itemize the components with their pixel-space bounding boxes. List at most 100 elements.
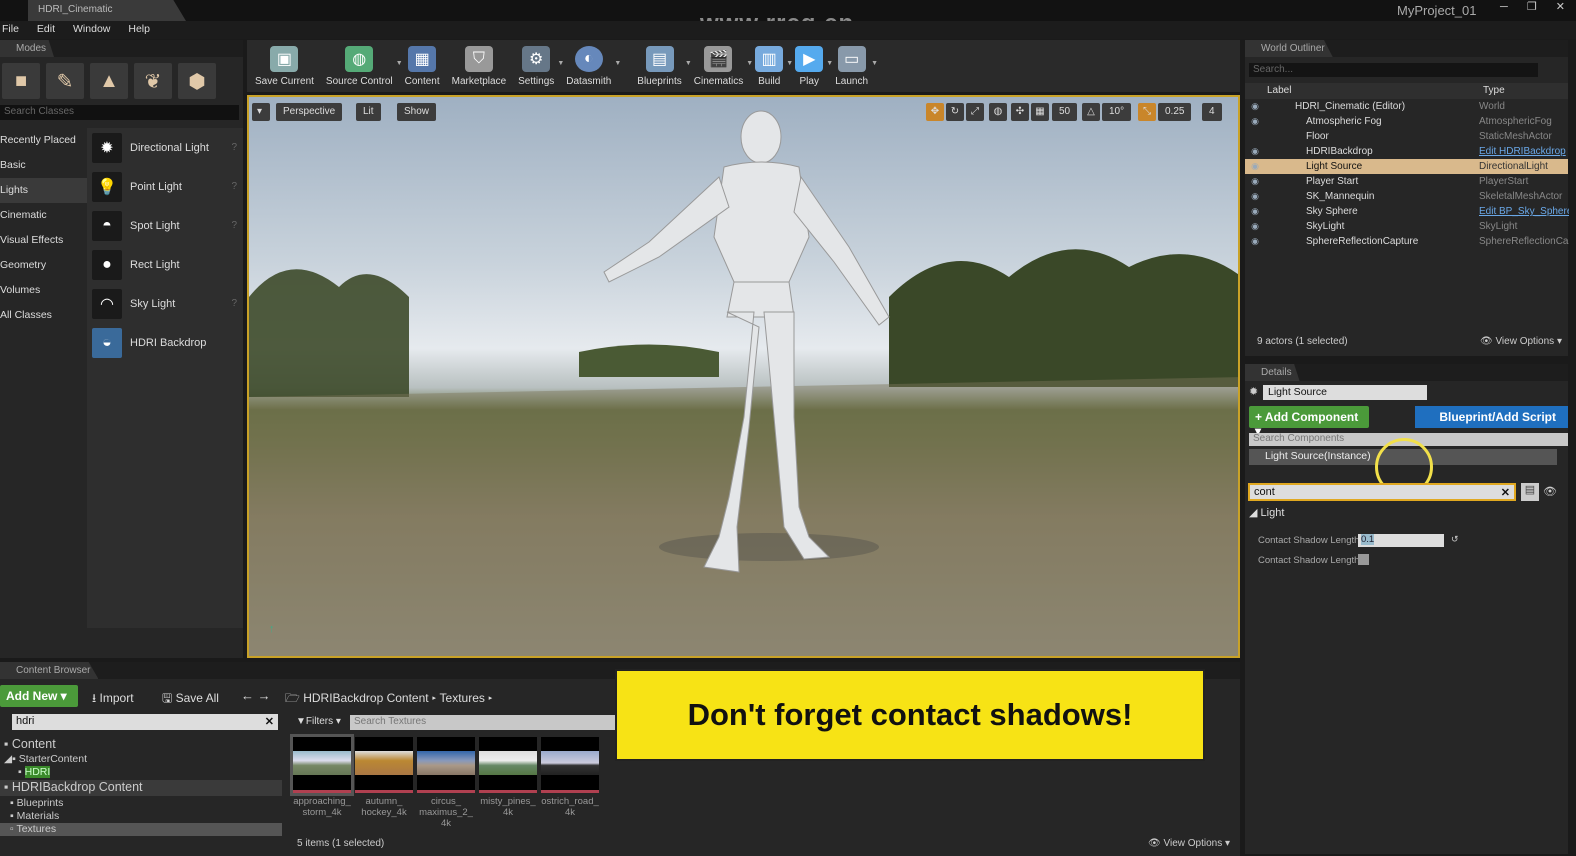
cinematics-button[interactable]: 🎬 Cinematics ▼	[688, 40, 753, 92]
outliner-row[interactable]: ◉ SphereReflectionCapture SphereReflection…	[1245, 234, 1569, 249]
menu-window[interactable]: Window	[73, 23, 110, 37]
blueprints-button[interactable]: ▤ Blueprints ▼	[631, 40, 692, 92]
datasmith-button[interactable]: ◐ Datasmith ▼	[560, 40, 621, 92]
clear-icon[interactable]: ✕	[265, 715, 274, 728]
clear-icon[interactable]: ✕	[1501, 486, 1510, 499]
visibility-eye-icon[interactable]: ◉	[1245, 161, 1265, 172]
search-textures-input[interactable]: Search Textures	[350, 715, 620, 730]
outliner-row[interactable]: ◉ SkyLight SkyLight	[1245, 219, 1568, 234]
outliner-row[interactable]: ◉ Light Source DirectionalLight	[1245, 159, 1568, 174]
contact-shadow-checkbox[interactable]	[1358, 554, 1369, 565]
filters-button[interactable]: ▼Filters ▾	[296, 716, 341, 727]
surface-snap-icon[interactable]: ✣	[1011, 103, 1029, 121]
actor-type[interactable]: Edit BP_Sky_Sphere	[1479, 206, 1569, 217]
outliner-row[interactable]: ◉ Player Start PlayerStart	[1245, 174, 1568, 189]
content-button[interactable]: ▦ Content	[399, 40, 446, 92]
visibility-eye-icon[interactable]: ◉	[1245, 191, 1265, 202]
tree-hdri[interactable]: ▪ HDRI	[18, 766, 51, 778]
asset-thumbnail[interactable]	[479, 737, 537, 793]
marketplace-button[interactable]: ⛉ Marketplace	[446, 40, 512, 92]
column-label[interactable]: Label	[1267, 85, 1291, 96]
view-options-button[interactable]: 👁 View Options ▾	[1480, 336, 1562, 347]
category-lights[interactable]: Lights	[0, 178, 87, 203]
source-control-button[interactable]: ◍ Source Control ▼	[320, 40, 403, 92]
details-filter-input[interactable]: cont ✕	[1248, 483, 1516, 501]
build-button[interactable]: ▥ Build ▼	[749, 40, 793, 92]
list-item[interactable]: ◒ HDRI Backdrop	[92, 323, 243, 362]
tab-details[interactable]: Details	[1245, 364, 1300, 381]
settings-button[interactable]: ⚙ Settings ▼	[512, 40, 564, 92]
geometry-mode-icon[interactable]: ⬢	[178, 63, 216, 99]
actor-name-input[interactable]: Light Source	[1263, 385, 1427, 400]
contact-shadow-length-input[interactable]: 0.1	[1358, 534, 1444, 547]
outliner-row[interactable]: ◉ HDRIBackdrop Edit HDRIBackdrop	[1245, 144, 1568, 159]
visibility-eye-icon[interactable]: ◉	[1245, 206, 1265, 217]
play-button[interactable]: ▶ Play ▼	[789, 40, 833, 92]
menu-file[interactable]: File	[2, 23, 19, 37]
folder-search-input[interactable]: hdri ✕	[12, 714, 278, 730]
outliner-row[interactable]: Floor StaticMeshActor	[1245, 129, 1568, 144]
camera-speed[interactable]: 4	[1202, 103, 1222, 121]
window-controls[interactable]: ─ ❐ ✕	[1500, 0, 1573, 13]
tree-starter-content[interactable]: ◢▪ StarterContent	[4, 753, 87, 765]
save-current-button[interactable]: ▣ Save Current	[249, 40, 320, 92]
help-icon[interactable]: ?	[231, 181, 237, 192]
lit-button[interactable]: Lit	[356, 103, 381, 121]
grid-snap-value[interactable]: 50	[1052, 103, 1078, 121]
scale-snap-icon[interactable]: ⤡	[1138, 103, 1156, 121]
asset-thumbnail[interactable]	[541, 737, 599, 793]
help-icon[interactable]: ?	[231, 220, 237, 231]
visibility-eye-icon[interactable]: ◉	[1245, 146, 1265, 157]
rotation-snap-value[interactable]: 10°	[1102, 103, 1132, 121]
viewport-options-button[interactable]: ▾	[252, 103, 270, 121]
visibility-eye-icon[interactable]: ◉	[1245, 236, 1265, 247]
asset-thumbnail[interactable]	[290, 734, 354, 796]
foliage-mode-icon[interactable]: ❦	[134, 63, 172, 99]
cb-view-options-button[interactable]: 👁 View Options ▾	[1148, 838, 1230, 849]
document-tab[interactable]: HDRI_Cinematic	[28, 0, 186, 21]
visibility-eye-icon[interactable]: ◉	[1245, 176, 1265, 187]
property-matrix-icon[interactable]: ▤	[1521, 483, 1539, 501]
launch-button[interactable]: ▭ Launch ▼	[829, 40, 878, 92]
show-button[interactable]: Show	[397, 103, 437, 121]
search-classes-input[interactable]: Search Classes	[0, 105, 239, 120]
asset-thumbnail[interactable]	[417, 737, 475, 793]
category-recently-placed[interactable]: Recently Placed	[0, 128, 87, 153]
rotate-icon[interactable]: ↻	[946, 103, 964, 121]
breadcrumb-item[interactable]: Textures	[440, 691, 485, 705]
asset-thumbnail[interactable]	[355, 737, 413, 793]
back-forward-buttons[interactable]: ← →	[241, 688, 271, 703]
place-mode-icon[interactable]: ■	[2, 63, 40, 99]
list-item[interactable]: ● Rect Light	[92, 245, 243, 284]
help-icon[interactable]: ?	[231, 298, 237, 309]
visibility-eye-icon[interactable]: ◉	[1245, 101, 1265, 112]
landscape-mode-icon[interactable]: ▲	[90, 63, 128, 99]
tab-modes[interactable]: Modes	[0, 40, 55, 57]
blueprint-add-script-button[interactable]: Blueprint/Add Script	[1415, 406, 1568, 428]
menu-help[interactable]: Help	[128, 23, 150, 37]
outliner-search-input[interactable]: Search...	[1249, 63, 1538, 77]
visibility-eye-icon[interactable]: ◉	[1245, 221, 1265, 232]
save-all-button[interactable]: 🖫 Save All	[162, 689, 219, 710]
menu-edit[interactable]: Edit	[37, 23, 55, 37]
grid-snap-icon[interactable]: ▦	[1031, 103, 1049, 121]
tree-materials[interactable]: ▪ Materials	[10, 810, 59, 822]
rotation-snap-icon[interactable]: △	[1082, 103, 1100, 121]
import-button[interactable]: ⭳ Import	[92, 689, 134, 710]
level-viewport[interactable]: ↑ ▾ Perspective Lit Show ✥ ↻ ⤢ ◍ ✣ ▦ 50 …	[247, 95, 1240, 658]
category-geometry[interactable]: Geometry	[0, 253, 87, 278]
add-component-button[interactable]: + Add Component ▾	[1249, 406, 1369, 438]
eye-icon[interactable]: 👁	[1543, 485, 1557, 498]
outliner-row[interactable]: ◉ Sky Sphere Edit BP_Sky_Sphere	[1245, 204, 1569, 219]
list-item[interactable]: ◓ Spot Light?	[92, 206, 243, 245]
list-item[interactable]: 💡 Point Light?	[92, 167, 243, 206]
tree-hdribackdrop-content[interactable]: ▪ HDRIBackdrop Content	[0, 780, 282, 796]
tree-textures[interactable]: ▫ Textures	[0, 823, 282, 836]
category-cinematic[interactable]: Cinematic	[0, 203, 87, 228]
column-type[interactable]: Type	[1483, 85, 1505, 96]
scale-snap-value[interactable]: 0.25	[1158, 103, 1192, 121]
outliner-row[interactable]: ◉ HDRI_Cinematic (Editor) World	[1245, 99, 1568, 114]
breadcrumb-item[interactable]: HDRIBackdrop Content	[303, 691, 428, 705]
outliner-row[interactable]: ◉ Atmospheric Fog AtmosphericFog	[1245, 114, 1568, 129]
section-light[interactable]: ◢ Light	[1249, 506, 1284, 519]
